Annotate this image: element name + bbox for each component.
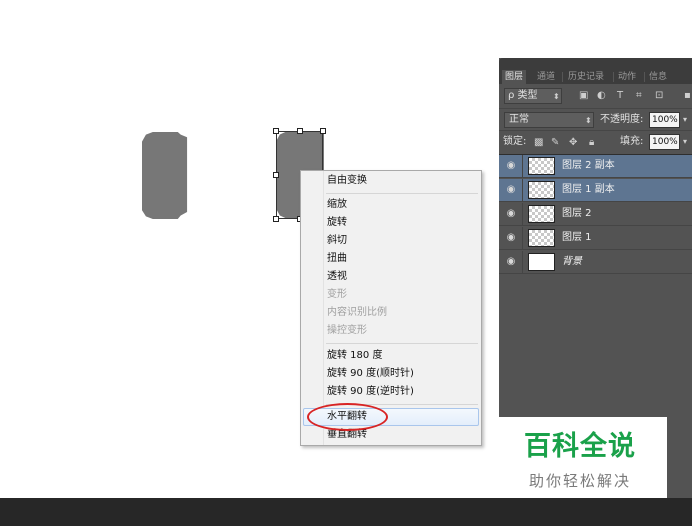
fill-label: 填充: <box>620 136 644 147</box>
layer-row[interactable]: ◉ 图层 1 副本 <box>499 179 692 202</box>
layer-thumbnail <box>528 229 555 247</box>
filter-kind-dropdown[interactable]: ρ 类型 ⬍ <box>504 88 562 104</box>
fill-input[interactable]: 100% <box>649 134 680 150</box>
layer-divider <box>522 227 523 249</box>
visibility-eye-icon[interactable]: ◉ <box>504 231 518 245</box>
tab-divider <box>613 72 614 82</box>
smart-object-filter-icon[interactable]: ⊡ <box>655 89 663 103</box>
lock-image-pixels-icon[interactable]: ✎ <box>551 136 559 150</box>
type-filter-icon[interactable]: T <box>617 89 623 103</box>
visibility-eye-icon[interactable]: ◉ <box>504 159 518 173</box>
opacity-input[interactable]: 100% <box>649 112 680 128</box>
opacity-label: 不透明度: <box>600 114 644 125</box>
layer-divider <box>522 251 523 273</box>
tab-history[interactable]: 历史记录 <box>568 70 604 84</box>
layer-thumbnail <box>528 157 555 175</box>
transform-handle-top-left[interactable] <box>273 128 279 134</box>
filter-toggle-icon[interactable]: ▪ <box>684 89 691 103</box>
menu-item-rotate-90-ccw[interactable]: 旋转 90 度(逆时针) <box>327 384 414 400</box>
blend-mode-dropdown[interactable]: 正常 ⬍ <box>504 112 594 128</box>
layer-row[interactable]: ◉ 背景 <box>499 251 692 274</box>
menu-separator <box>326 193 478 194</box>
visibility-eye-icon[interactable]: ◉ <box>504 207 518 221</box>
layer-filter-row: ρ 类型 ⬍ ▣ ◐ T ⌗ ⊡ ▪ <box>499 85 692 107</box>
layer-row[interactable]: ◉ 图层 2 <box>499 203 692 226</box>
menu-item-free-transform[interactable]: 自由变换 <box>327 173 367 189</box>
menu-item-rotate[interactable]: 旋转 <box>327 215 347 231</box>
menu-item-rotate-90-cw[interactable]: 旋转 90 度(顺时针) <box>327 366 414 382</box>
watermark-subtitle: 助你轻松解决 <box>528 472 631 490</box>
tab-info[interactable]: 信息 <box>649 70 667 84</box>
shape-filter-icon[interactable]: ⌗ <box>636 89 642 103</box>
tab-layers[interactable]: 图层 <box>502 70 527 84</box>
layer-thumbnail <box>528 253 555 271</box>
layer-name: 背景 <box>562 256 582 267</box>
watermark-title: 百科全说 <box>524 431 636 462</box>
lock-label: 锁定: <box>503 136 527 147</box>
filter-kind-label: ρ 类型 <box>508 90 538 101</box>
lock-row: 锁定: ▩ ✎ ✥ 🔒︎ 填充: 100% ▾ <box>499 130 692 153</box>
lock-all-icon[interactable]: 🔒︎ <box>589 136 594 150</box>
blend-mode-row: 正常 ⬍ 不透明度: 100% ▾ <box>499 108 692 130</box>
menu-item-distort[interactable]: 扭曲 <box>327 251 347 267</box>
tab-channels[interactable]: 通道 <box>537 70 555 84</box>
layer-row[interactable]: ◉ 图层 2 副本 <box>499 155 692 178</box>
layer-name: 图层 1 <box>562 232 592 243</box>
layer-divider <box>522 179 523 201</box>
menu-separator <box>326 343 478 344</box>
menu-item-content-aware-scale: 内容识别比例 <box>327 307 387 318</box>
layer-thumbnail <box>528 205 555 223</box>
menu-item-rotate-180[interactable]: 旋转 180 度 <box>327 348 382 364</box>
transform-handle-bottom-left[interactable] <box>273 216 279 222</box>
bottom-bar <box>0 498 692 526</box>
layer-name: 图层 1 副本 <box>562 184 615 195</box>
visibility-eye-icon[interactable]: ◉ <box>504 183 518 197</box>
layer-name: 图层 2 副本 <box>562 160 615 171</box>
dropdown-arrow-icon: ⬍ <box>585 116 592 125</box>
pixel-filter-icon[interactable]: ▣ <box>579 89 588 103</box>
transform-handle-top-right[interactable] <box>320 128 326 134</box>
blend-mode-value: 正常 <box>509 114 529 125</box>
transform-handle-middle-left[interactable] <box>273 172 279 178</box>
layer-thumbnail <box>528 181 555 199</box>
panel-tab-bar: 图层 通道 历史记录 动作 信息 <box>499 58 692 84</box>
fill-arrow-icon[interactable]: ▾ <box>683 135 687 149</box>
dropdown-arrow-icon: ⬍ <box>553 92 560 101</box>
transform-handle-top-middle[interactable] <box>297 128 303 134</box>
menu-gutter <box>323 171 324 445</box>
lock-position-icon[interactable]: ✥ <box>569 136 577 150</box>
adjustment-filter-icon[interactable]: ◐ <box>597 89 606 103</box>
lock-transparent-pixels-icon[interactable]: ▩ <box>534 136 543 150</box>
menu-item-perspective[interactable]: 透视 <box>327 269 347 285</box>
visibility-eye-icon[interactable]: ◉ <box>504 255 518 269</box>
layer-row[interactable]: ◉ 图层 1 <box>499 227 692 250</box>
layer-divider <box>522 155 523 177</box>
tab-divider <box>644 72 645 82</box>
menu-item-scale[interactable]: 缩放 <box>327 197 347 213</box>
tab-divider <box>562 72 563 82</box>
menu-item-puppet-warp: 操控变形 <box>327 325 367 336</box>
watermark: 百科全说 助你轻松解决 <box>493 417 667 499</box>
layer-divider <box>522 203 523 225</box>
highlight-annotation-ellipse <box>307 403 388 431</box>
layer-name: 图层 2 <box>562 208 592 219</box>
menu-item-skew[interactable]: 斜切 <box>327 233 347 249</box>
menu-item-warp: 变形 <box>327 289 347 300</box>
opacity-arrow-icon[interactable]: ▾ <box>683 113 687 127</box>
tab-actions[interactable]: 动作 <box>618 70 636 84</box>
canvas-shape-left <box>142 132 188 219</box>
